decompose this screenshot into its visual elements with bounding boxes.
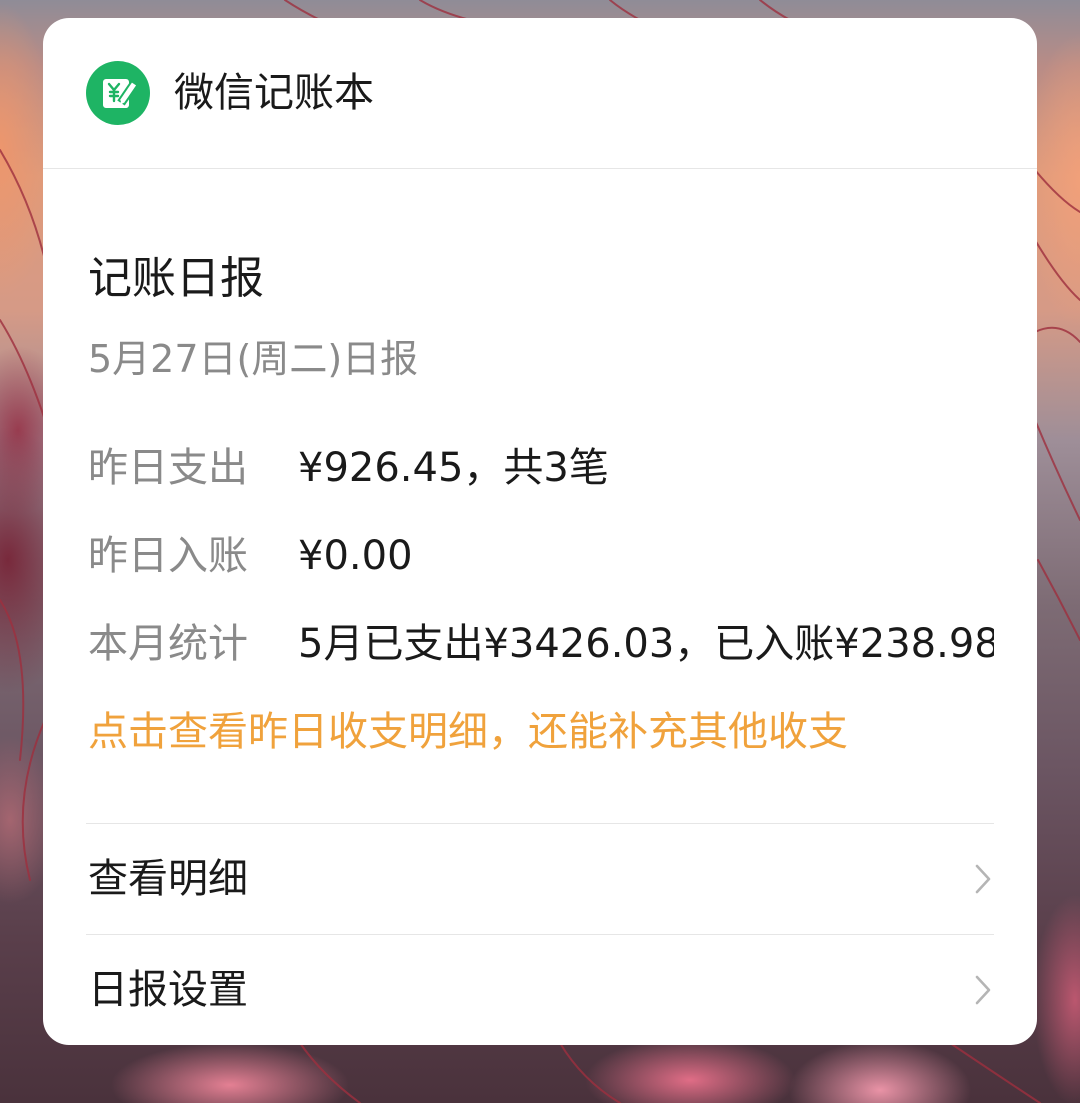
report-stats: 昨日支出 ¥926.45，共3笔 昨日入账 ¥0.00 本月统计 5月已支出¥3… bbox=[88, 424, 994, 688]
wechat-ledger-icon bbox=[86, 61, 150, 125]
flower-stamen bbox=[21, 719, 46, 881]
view-details-hint-link[interactable]: 点击查看昨日收支明细，还能补充其他收支 bbox=[88, 688, 994, 776]
report-title: 记账日报 bbox=[88, 253, 264, 304]
flower-stamen bbox=[1037, 559, 1080, 641]
app-name: 微信记账本 bbox=[174, 70, 374, 116]
flower-stamen bbox=[0, 319, 46, 421]
stat-value: ¥926.45，共3笔 bbox=[298, 445, 609, 491]
flower-stamen bbox=[1034, 326, 1080, 343]
view-details-button[interactable]: 查看明细 bbox=[86, 823, 994, 934]
flower-stamen bbox=[284, 0, 321, 21]
stat-row-yesterday-income: 昨日入账 ¥0.00 bbox=[88, 512, 994, 600]
report-settings-label: 日报设置 bbox=[88, 967, 248, 1013]
report-date: 5月27日(周二)日报 bbox=[88, 337, 419, 381]
card-header[interactable]: 微信记账本 bbox=[43, 18, 1037, 169]
chevron-right-icon-graphic bbox=[975, 864, 991, 894]
flower-stamen bbox=[0, 149, 46, 261]
stat-value: 5月已支出¥3426.03，已入账¥238.98 bbox=[298, 621, 994, 667]
chevron-right-icon bbox=[974, 974, 992, 1006]
flower-stamen bbox=[419, 0, 471, 21]
flower-stamen bbox=[1034, 239, 1080, 301]
flower-stamen bbox=[1034, 169, 1080, 213]
stat-row-monthly-summary: 本月统计 5月已支出¥3426.03，已入账¥238.98 bbox=[88, 600, 994, 688]
stat-label: 昨日入账 bbox=[88, 533, 248, 579]
stat-value: ¥0.00 bbox=[298, 533, 413, 579]
action-list: 查看明细 日报设置 bbox=[86, 823, 994, 1045]
chevron-right-icon-graphic bbox=[975, 975, 991, 1005]
flower-stamen bbox=[1034, 419, 1080, 521]
flower-stamen bbox=[609, 0, 641, 21]
stat-row-yesterday-expense: 昨日支出 ¥926.45，共3笔 bbox=[88, 424, 994, 512]
chevron-right-icon bbox=[974, 863, 992, 895]
stat-label: 本月统计 bbox=[88, 621, 248, 667]
flower-stamen bbox=[559, 1042, 621, 1103]
view-details-label: 查看明细 bbox=[88, 856, 248, 902]
ledger-daily-report-card: 微信记账本 记账日报 5月27日(周二)日报 昨日支出 ¥926.45，共3笔 … bbox=[43, 18, 1037, 1045]
wechat-ledger-icon-graphic bbox=[86, 61, 150, 125]
flower-stamen bbox=[759, 0, 791, 21]
flower-stamen bbox=[0, 599, 25, 761]
flower-stamen bbox=[299, 1042, 361, 1103]
report-settings-button[interactable]: 日报设置 bbox=[86, 934, 994, 1045]
stat-label: 昨日支出 bbox=[88, 445, 248, 491]
report-body[interactable]: 记账日报 5月27日(周二)日报 昨日支出 ¥926.45，共3笔 昨日入账 ¥… bbox=[43, 251, 1037, 776]
flower-stamen bbox=[949, 1042, 1041, 1103]
